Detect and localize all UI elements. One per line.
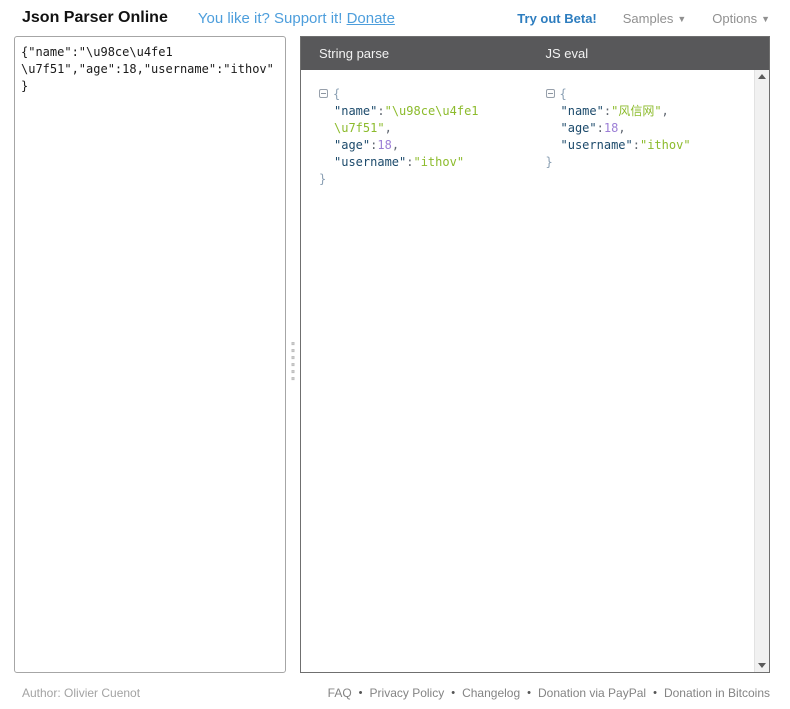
grip-dots-icon xyxy=(292,342,295,380)
token-string: "ithov" xyxy=(640,138,691,152)
donate-link[interactable]: Donate xyxy=(347,10,395,27)
page-title: Json Parser Online xyxy=(22,9,168,27)
scroll-down-icon[interactable] xyxy=(758,663,766,668)
token-key: "name" xyxy=(334,104,377,118)
samples-menu[interactable]: Samples▼ xyxy=(623,11,687,26)
string-parse-tree: {"name":"\u98ce\u4fe1\u7f51","age":18,"u… xyxy=(301,70,528,672)
author-credit: Author: Olivier Cuenot xyxy=(22,686,140,700)
tree-row: \u7f51", xyxy=(319,120,518,137)
support-label: You like it? Support it! xyxy=(198,10,343,27)
js-eval-tree: {"name":"风信网","age":18,"username":"ithov… xyxy=(528,70,755,672)
tree-row: } xyxy=(319,171,518,188)
token-punct: , xyxy=(385,121,392,135)
token-brace: } xyxy=(546,155,553,169)
token-brace: } xyxy=(319,172,326,186)
footer-link[interactable]: Privacy Policy xyxy=(370,686,445,700)
footer-link[interactable]: Donation via PayPal xyxy=(538,686,646,700)
collapse-toggle-icon[interactable] xyxy=(546,89,555,98)
panel-resize-handle[interactable] xyxy=(286,36,300,673)
token-key: "username" xyxy=(561,138,633,152)
tree-row: "name":"风信网", xyxy=(546,103,745,120)
options-menu[interactable]: Options▼ xyxy=(712,11,770,26)
chevron-down-icon: ▼ xyxy=(761,14,770,24)
footer-link[interactable]: Donation in Bitcoins xyxy=(664,686,770,700)
token-punct: : xyxy=(377,104,384,118)
token-brace: { xyxy=(560,87,567,101)
chevron-down-icon: ▼ xyxy=(677,14,686,24)
main-area: {"name":"\u98ce\u4fe1 \u7f51","age":18,"… xyxy=(0,36,790,673)
token-string: "风信网" xyxy=(611,104,661,118)
token-string: \u7f51" xyxy=(334,121,385,135)
result-panel-body: {"name":"\u98ce\u4fe1\u7f51","age":18,"u… xyxy=(301,70,769,672)
string-parse-column-title: String parse xyxy=(301,37,528,70)
scroll-up-icon[interactable] xyxy=(758,74,766,79)
token-string: "\u98ce\u4fe1 xyxy=(385,104,479,118)
result-panel-header: String parse JS eval xyxy=(301,37,769,70)
tree-row: "age":18, xyxy=(546,120,745,137)
token-key: "name" xyxy=(561,104,604,118)
try-beta-link[interactable]: Try out Beta! xyxy=(517,11,596,26)
tree-row: { xyxy=(546,86,745,103)
token-brace: { xyxy=(333,87,340,101)
tree-row: { xyxy=(319,86,518,103)
token-key: "age" xyxy=(334,138,370,152)
js-eval-column-title: JS eval xyxy=(528,37,755,70)
bullet-separator: • xyxy=(653,687,657,699)
json-source-input[interactable]: {"name":"\u98ce\u4fe1 \u7f51","age":18,"… xyxy=(14,36,286,673)
collapse-toggle-icon[interactable] xyxy=(319,89,328,98)
tree-row: "age":18, xyxy=(319,137,518,154)
header-menu-group: Try out Beta! Samples▼ Options▼ xyxy=(517,11,770,26)
token-punct: : xyxy=(633,138,640,152)
token-number: 18 xyxy=(377,138,391,152)
footer-links: FAQ • Privacy Policy • Changelog • Donation vi… xyxy=(328,686,770,700)
tree-row: "username":"ithov" xyxy=(319,154,518,171)
token-string: "ithov" xyxy=(413,155,464,169)
support-text: You like it? Support it! Donate xyxy=(198,10,395,27)
footer-link[interactable]: FAQ xyxy=(328,686,352,700)
tree-row: "username":"ithov" xyxy=(546,137,745,154)
result-panel: String parse JS eval {"name":"\u98ce\u4f… xyxy=(300,36,770,673)
tree-row: "name":"\u98ce\u4fe1 xyxy=(319,103,518,120)
token-punct: : xyxy=(597,121,604,135)
token-punct: : xyxy=(604,104,611,118)
tree-row: } xyxy=(546,154,745,171)
token-key: "username" xyxy=(334,155,406,169)
bullet-separator: • xyxy=(451,687,455,699)
top-bar: Json Parser Online You like it? Support … xyxy=(0,0,790,36)
token-punct: , xyxy=(618,121,625,135)
token-key: "age" xyxy=(561,121,597,135)
bullet-separator: • xyxy=(527,687,531,699)
token-punct: , xyxy=(392,138,399,152)
vertical-scrollbar[interactable] xyxy=(754,70,769,672)
bullet-separator: • xyxy=(359,687,363,699)
footer-link[interactable]: Changelog xyxy=(462,686,520,700)
token-punct: , xyxy=(662,104,669,118)
token-number: 18 xyxy=(604,121,618,135)
footer: Author: Olivier Cuenot FAQ • Privacy Polic… xyxy=(0,673,790,700)
